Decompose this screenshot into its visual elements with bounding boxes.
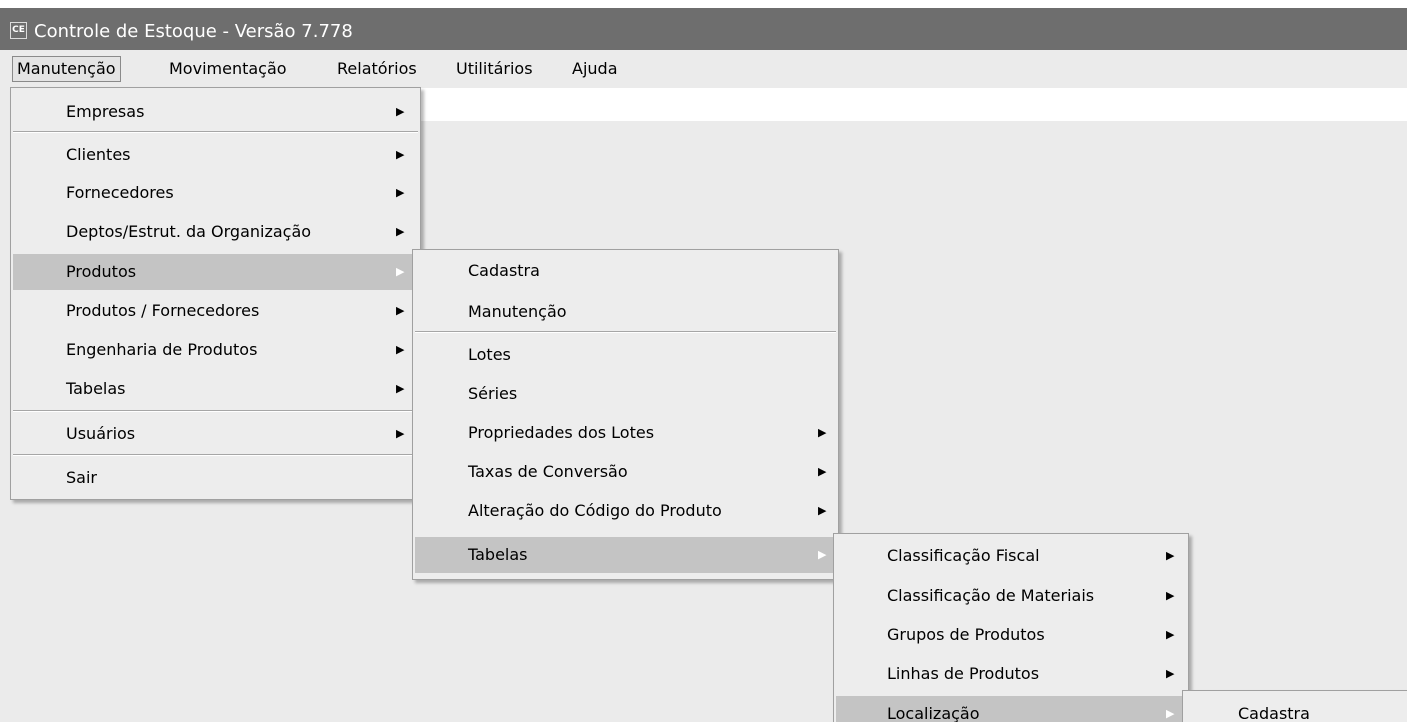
menu-item-cadastra[interactable]: Cadastra [415, 253, 836, 289]
submenu-arrow-icon: ▶ [396, 148, 405, 161]
submenu-arrow-icon: ▶ [818, 426, 827, 439]
menu-item-label: Tabelas [468, 545, 528, 564]
submenu-arrow-icon: ▶ [1166, 549, 1175, 562]
menu-item-series[interactable]: Séries [415, 376, 836, 412]
menu-item-alteracao-codigo[interactable]: Alteração do Código do Produto ▶ [415, 493, 836, 529]
menu-item-localizacao[interactable]: Localização ▶ [836, 696, 1186, 722]
menu-item-label: Engenharia de Produtos [66, 340, 258, 359]
menu-item-lotes[interactable]: Lotes [415, 337, 836, 373]
menu-item-label: Séries [468, 384, 518, 403]
title-bar[interactable]: CE Controle de Estoque - Versão 7.778 [0, 0, 1407, 50]
menu-relatorios[interactable]: Relatórios [333, 56, 421, 82]
menu-item-label: Localização [887, 704, 980, 722]
menu-item-label: Tabelas [66, 379, 126, 398]
menu-item-linhas-produtos[interactable]: Linhas de Produtos ▶ [836, 656, 1186, 692]
app-icon: CE [10, 22, 27, 39]
submenu-arrow-icon: ▶ [1166, 628, 1175, 641]
menu-separator [415, 331, 836, 333]
submenu-arrow-icon: ▶ [396, 265, 405, 278]
menu-item-deptos[interactable]: Deptos/Estrut. da Organização ▶ [13, 214, 418, 250]
submenu-arrow-icon: ▶ [818, 504, 827, 517]
localizacao-submenu: Cadastra [1182, 690, 1407, 722]
submenu-arrow-icon: ▶ [396, 225, 405, 238]
menu-separator [13, 410, 418, 412]
menu-item-label: Empresas [66, 102, 145, 121]
menu-item-label: Cadastra [468, 261, 540, 280]
menu-item-label: Classificação Fiscal [887, 546, 1040, 565]
menu-item-label: Produtos [66, 262, 137, 281]
menu-item-tabelas[interactable]: Tabelas ▶ [415, 537, 836, 573]
menu-item-label: Propriedades dos Lotes [468, 423, 655, 442]
menu-item-label: Deptos/Estrut. da Organização [66, 222, 312, 241]
menu-item-fornecedores[interactable]: Fornecedores ▶ [13, 175, 418, 211]
submenu-arrow-icon: ▶ [818, 548, 827, 561]
menu-item-taxas-conversao[interactable]: Taxas de Conversão ▶ [415, 454, 836, 490]
menu-item-label: Manutenção [468, 302, 567, 321]
menu-item-label: Alteração do Código do Produto [468, 501, 722, 520]
toolbar-area [420, 88, 1407, 121]
menu-item-engenharia[interactable]: Engenharia de Produtos ▶ [13, 332, 418, 368]
menu-item-label: Sair [66, 468, 97, 487]
tabelas-submenu: Classificação Fiscal ▶ Classificação de … [833, 533, 1189, 722]
menu-item-label: Fornecedores [66, 183, 174, 202]
menu-item-label: Lotes [468, 345, 511, 364]
menu-separator [13, 131, 418, 133]
menu-item-clientes[interactable]: Clientes ▶ [13, 137, 418, 173]
menu-item-produtos[interactable]: Produtos ▶ [13, 254, 418, 290]
menu-movimentacao[interactable]: Movimentação [165, 56, 291, 82]
menu-item-label: Grupos de Produtos [887, 625, 1045, 644]
submenu-arrow-icon: ▶ [1166, 667, 1175, 680]
menu-item-propriedades-lotes[interactable]: Propriedades dos Lotes ▶ [415, 415, 836, 451]
menu-item-label: Usuários [66, 424, 136, 443]
menu-item-cadastra[interactable]: Cadastra [1185, 694, 1407, 722]
title-bar-strip[interactable]: CE Controle de Estoque - Versão 7.778 [0, 8, 1407, 50]
menu-item-produtos-fornecedores[interactable]: Produtos / Fornecedores ▶ [13, 293, 418, 329]
submenu-arrow-icon: ▶ [396, 343, 405, 356]
submenu-arrow-icon: ▶ [1166, 707, 1175, 720]
menu-item-grupos-produtos[interactable]: Grupos de Produtos ▶ [836, 617, 1186, 653]
submenu-arrow-icon: ▶ [818, 465, 827, 478]
window-title: Controle de Estoque - Versão 7.778 [34, 21, 353, 42]
menu-ajuda[interactable]: Ajuda [568, 56, 622, 82]
menu-item-label: Taxas de Conversão [468, 462, 628, 481]
submenu-arrow-icon: ▶ [396, 382, 405, 395]
submenu-arrow-icon: ▶ [396, 427, 405, 440]
menu-item-usuarios[interactable]: Usuários ▶ [13, 416, 418, 452]
menu-manutencao[interactable]: Manutenção [12, 56, 121, 82]
menu-item-label: Classificação de Materiais [887, 586, 1095, 605]
menu-item-label: Linhas de Produtos [887, 664, 1040, 683]
submenu-arrow-icon: ▶ [396, 186, 405, 199]
menu-item-classificacao-materiais[interactable]: Classificação de Materiais ▶ [836, 578, 1186, 614]
menu-item-tabelas[interactable]: Tabelas ▶ [13, 371, 418, 407]
menu-separator [13, 454, 418, 456]
submenu-arrow-icon: ▶ [396, 105, 405, 118]
menu-item-empresas[interactable]: Empresas ▶ [13, 94, 418, 130]
menu-bar: Manutenção Movimentação Relatórios Utili… [0, 50, 1407, 88]
menu-item-label: Clientes [66, 145, 131, 164]
menu-item-label: Produtos / Fornecedores [66, 301, 260, 320]
menu-item-manutencao[interactable]: Manutenção [415, 294, 836, 330]
menu-item-sair[interactable]: Sair [13, 460, 418, 496]
submenu-arrow-icon: ▶ [1166, 589, 1175, 602]
manutencao-dropdown: Empresas ▶ Clientes ▶ Fornecedores ▶ Dep… [10, 87, 421, 500]
menu-utilitarios[interactable]: Utilitários [452, 56, 537, 82]
submenu-arrow-icon: ▶ [396, 304, 405, 317]
produtos-submenu: Cadastra Manutenção Lotes Séries Proprie… [412, 249, 839, 580]
menu-item-label: Cadastra [1238, 704, 1310, 722]
menu-item-classificacao-fiscal[interactable]: Classificação Fiscal ▶ [836, 538, 1186, 574]
